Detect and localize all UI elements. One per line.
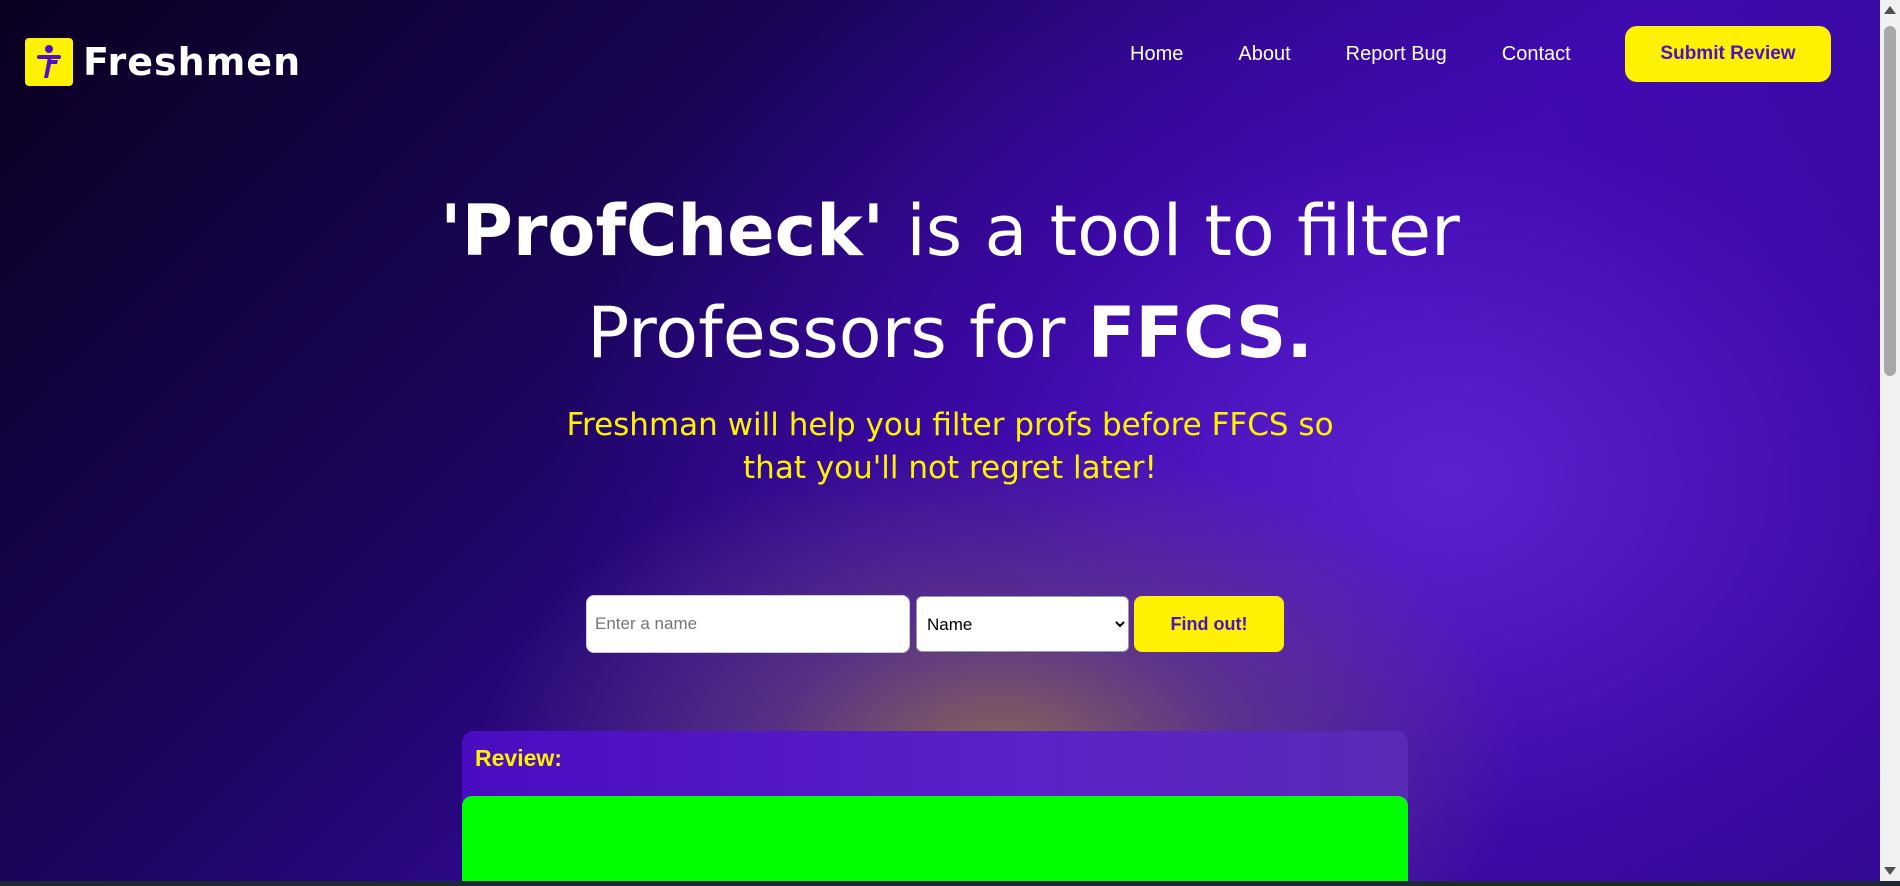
nav-contact[interactable]: Contact (1502, 26, 1571, 82)
nav-report-bug[interactable]: Report Bug (1346, 26, 1447, 82)
scrollbar-thumb[interactable] (1884, 26, 1896, 376)
review-panel: Review: (462, 731, 1408, 881)
window-bottom-edge (0, 881, 1900, 886)
find-out-button[interactable]: Find out! (1134, 596, 1284, 652)
hero-title-product: 'ProfCheck' (440, 190, 885, 272)
search-filter-select[interactable]: Name (916, 596, 1129, 652)
logo-text: Freshmen (83, 40, 302, 84)
scroll-down-arrow-icon[interactable] (1884, 867, 1896, 875)
hero-title: 'ProfCheck' is a tool to filter Professo… (420, 180, 1480, 384)
hero-title-ffcs: FFCS. (1087, 292, 1313, 374)
review-heading: Review: (475, 745, 562, 771)
main-nav: Home About Report Bug Contact (1130, 26, 1626, 82)
page-scrollbar[interactable] (1880, 0, 1900, 881)
page: Freshmen Home About Report Bug Contact S… (0, 0, 1880, 881)
nav-about[interactable]: About (1238, 26, 1290, 82)
submit-review-button[interactable]: Submit Review (1625, 26, 1831, 82)
nav-home[interactable]: Home (1130, 26, 1183, 82)
professor-search-input[interactable] (586, 595, 910, 653)
review-card (462, 796, 1408, 881)
hero-subtitle: Freshman will help you filter profs befo… (566, 407, 1334, 486)
site-logo[interactable]: Freshmen (25, 38, 301, 86)
scroll-up-arrow-icon[interactable] (1884, 6, 1896, 14)
freshmen-logo-icon (25, 38, 73, 86)
